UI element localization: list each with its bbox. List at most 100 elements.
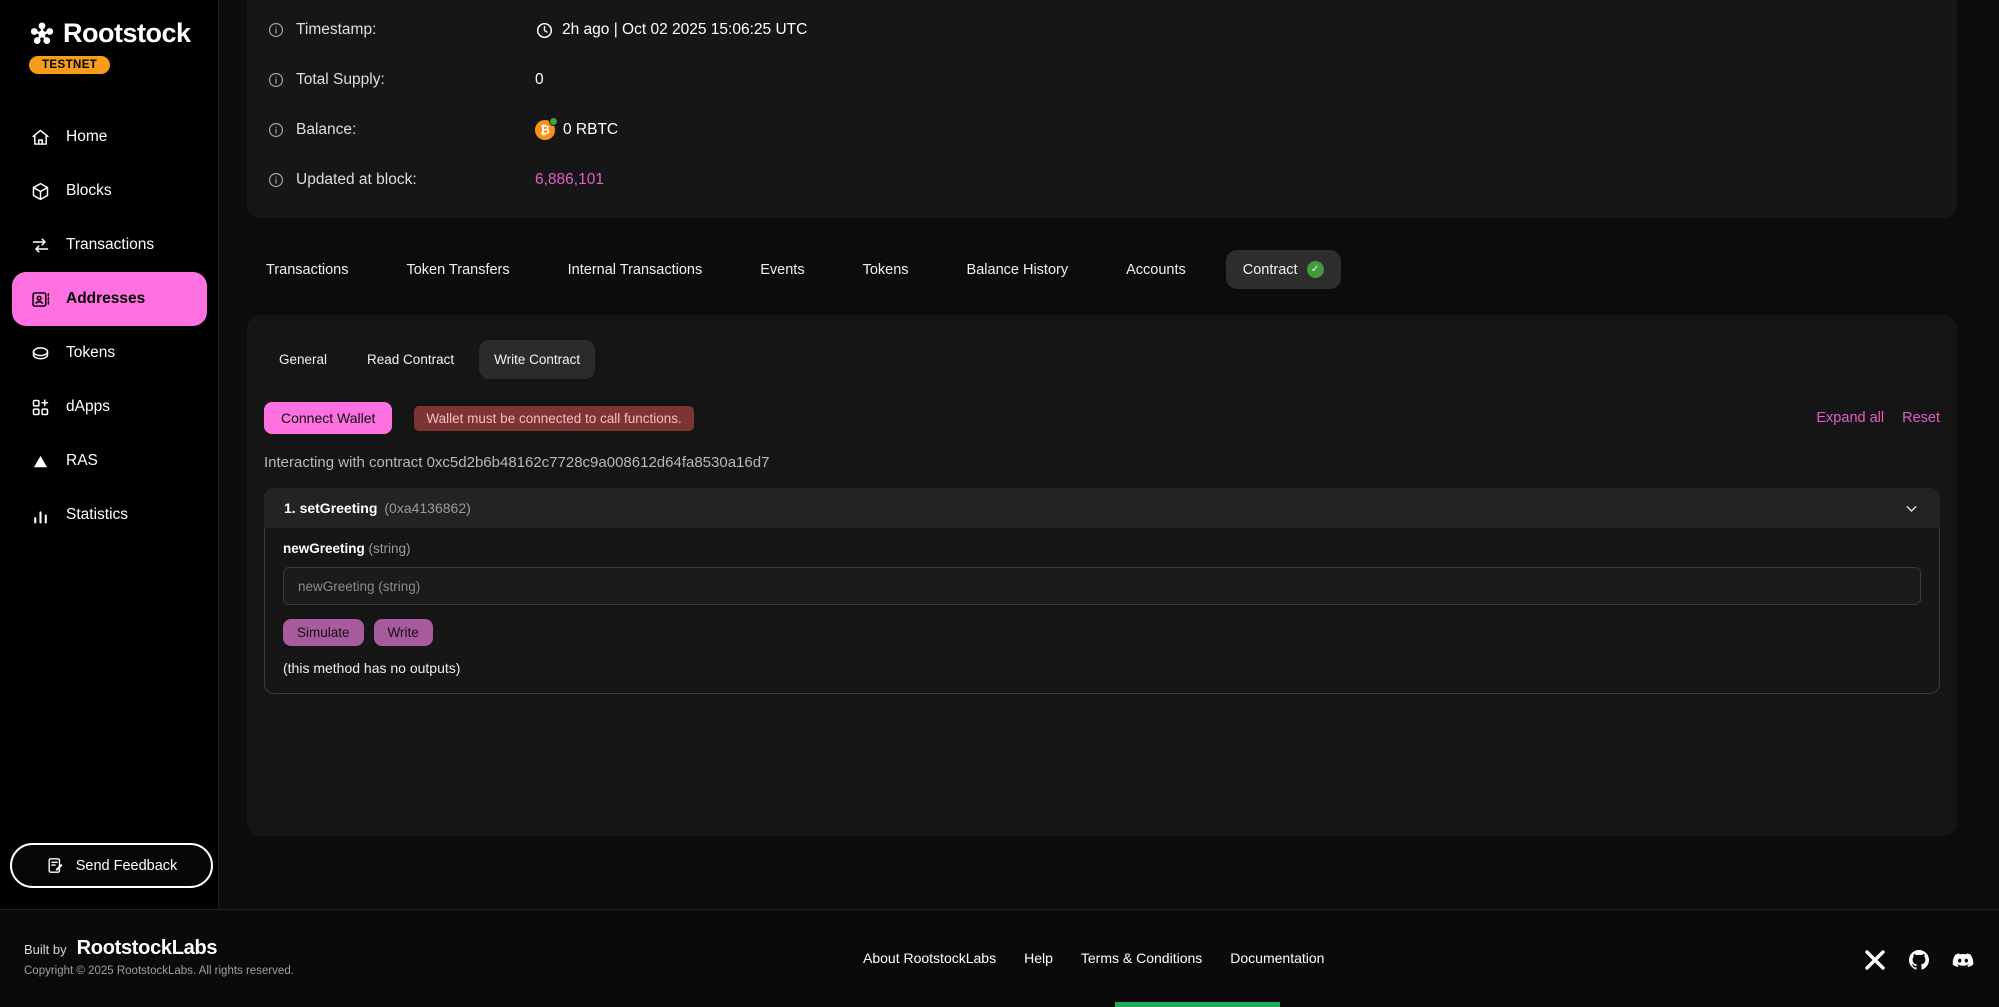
info-icon (267, 121, 285, 139)
info-row-total-supply: Total Supply: 0 (247, 55, 1957, 105)
bar-chart-icon (30, 505, 51, 526)
social-links (1863, 948, 1975, 972)
rootstock-logo[interactable]: Rootstock (0, 0, 218, 49)
sidebar-nav: Home Blocks Transactions Addresses (12, 110, 207, 542)
swap-arrows-icon (30, 235, 51, 256)
contract-subtabs: General Read Contract Write Contract (264, 315, 1940, 379)
info-row-balance: Balance: ₿ 0 RBTC (247, 105, 1957, 155)
method-title: 1. setGreeting (284, 500, 377, 516)
sidebar-item-blocks[interactable]: Blocks (12, 164, 207, 218)
balance-value: 0 RBTC (563, 121, 618, 139)
method-selector: (0xa4136862) (384, 500, 470, 516)
info-icon (267, 171, 285, 189)
cube-icon (30, 181, 51, 202)
sidebar-item-ras[interactable]: RAS (12, 434, 207, 488)
testnet-badge: TESTNET (29, 56, 110, 74)
send-feedback-label: Send Feedback (76, 858, 178, 874)
brand-name: Rootstock (63, 18, 191, 49)
method-accordion-header[interactable]: 1. setGreeting (0xa4136862) (264, 488, 1940, 528)
sidebar-item-dapps[interactable]: dApps (12, 380, 207, 434)
footer: Built by RootstockLabs Copyright © 2025 … (0, 909, 1999, 1007)
github-icon[interactable] (1907, 948, 1931, 972)
rootstock-logo-icon (28, 20, 56, 48)
discord-icon[interactable] (1951, 948, 1975, 972)
param-type: (string) (369, 541, 411, 556)
x-twitter-icon[interactable] (1863, 948, 1887, 972)
tab-contract[interactable]: Contract ✓ (1226, 250, 1341, 289)
tab-accounts[interactable]: Accounts (1126, 262, 1186, 278)
rootstocklabs-wordmark[interactable]: RootstockLabs (77, 937, 218, 960)
sidebar-item-label: Statistics (66, 506, 128, 524)
sidebar: Rootstock TESTNET Home Blocks Transactio… (0, 0, 219, 909)
sidebar-item-transactions[interactable]: Transactions (12, 218, 207, 272)
info-row-timestamp: Timestamp: 2h ago | Oct 02 2025 15:06:25… (247, 5, 1957, 55)
main-content: Timestamp: 2h ago | Oct 02 2025 15:06:25… (220, 0, 1999, 909)
info-label-text: Total Supply: (296, 71, 385, 89)
connect-wallet-button[interactable]: Connect Wallet (264, 402, 392, 434)
clock-icon (535, 21, 554, 40)
sidebar-item-label: Blocks (66, 182, 112, 200)
rbtc-coin-icon: ₿ (535, 120, 555, 140)
simulate-button[interactable]: Simulate (283, 619, 364, 646)
sidebar-item-label: Addresses (66, 290, 145, 308)
verified-check-icon: ✓ (1307, 261, 1324, 278)
home-icon (30, 127, 51, 148)
wallet-warning-badge: Wallet must be connected to call functio… (414, 406, 693, 431)
interacting-contract-text: Interacting with contract 0xc5d2b6b48162… (264, 454, 1940, 471)
tab-contract-label: Contract (1243, 262, 1298, 278)
tab-balance-history[interactable]: Balance History (967, 262, 1069, 278)
address-tabs: Transactions Token Transfers Internal Tr… (266, 248, 1341, 291)
subtab-general[interactable]: General (264, 340, 342, 379)
send-feedback-button[interactable]: Send Feedback (10, 843, 213, 888)
info-icon (267, 71, 285, 89)
total-supply-value: 0 (535, 71, 544, 89)
tab-tokens[interactable]: Tokens (863, 262, 909, 278)
address-info-panel: Timestamp: 2h ago | Oct 02 2025 15:06:25… (247, 0, 1957, 218)
sidebar-item-label: Tokens (66, 344, 115, 362)
chevron-down-icon[interactable] (1903, 500, 1920, 517)
timestamp-value: 2h ago | Oct 02 2025 15:06:25 UTC (562, 21, 807, 39)
info-label-text: Balance: (296, 121, 356, 139)
footer-link-help[interactable]: Help (1024, 950, 1053, 966)
subtab-read-contract[interactable]: Read Contract (352, 340, 469, 379)
footer-links: About RootstockLabs Help Terms & Conditi… (863, 950, 1324, 966)
reset-link[interactable]: Reset (1902, 410, 1940, 426)
updated-block-link[interactable]: 6,886,101 (535, 171, 604, 189)
info-row-updated-block: Updated at block: 6,886,101 (247, 155, 1957, 205)
info-icon (267, 21, 285, 39)
method-accordion: 1. setGreeting (0xa4136862) newGreeting … (264, 488, 1940, 694)
tab-internal-transactions[interactable]: Internal Transactions (568, 262, 703, 278)
tab-transactions[interactable]: Transactions (266, 262, 348, 278)
coin-icon (30, 343, 51, 364)
wallet-row: Connect Wallet Wallet must be connected … (264, 402, 1940, 434)
write-button[interactable]: Write (374, 619, 433, 646)
tab-events[interactable]: Events (760, 262, 804, 278)
verified-mini-badge (549, 117, 558, 126)
outputs-note: (this method has no outputs) (283, 660, 1921, 676)
sidebar-item-statistics[interactable]: Statistics (12, 488, 207, 542)
feedback-note-icon (46, 856, 65, 875)
expand-all-link[interactable]: Expand all (1816, 410, 1884, 426)
sidebar-item-label: dApps (66, 398, 110, 416)
bottom-progress-artifact (1115, 1002, 1280, 1007)
sidebar-item-label: RAS (66, 452, 98, 470)
param-name: newGreeting (283, 541, 365, 556)
footer-link-terms[interactable]: Terms & Conditions (1081, 950, 1202, 966)
footer-link-documentation[interactable]: Documentation (1230, 950, 1324, 966)
sidebar-item-home[interactable]: Home (12, 110, 207, 164)
info-label-text: Updated at block: (296, 171, 417, 189)
subtab-write-contract[interactable]: Write Contract (479, 340, 595, 379)
dapps-grid-icon (30, 397, 51, 418)
param-input[interactable] (283, 567, 1921, 605)
triangle-icon (30, 451, 51, 472)
sidebar-item-tokens[interactable]: Tokens (12, 326, 207, 380)
copyright-text: Copyright © 2025 RootstockLabs. All righ… (24, 965, 294, 977)
contact-card-icon (30, 289, 51, 310)
tab-token-transfers[interactable]: Token Transfers (406, 262, 509, 278)
method-accordion-body: newGreeting (string) Simulate Write (thi… (264, 528, 1940, 694)
built-by-label: Built by (24, 942, 67, 957)
contract-panel: General Read Contract Write Contract Con… (247, 315, 1957, 836)
footer-link-about[interactable]: About RootstockLabs (863, 950, 996, 966)
sidebar-item-addresses[interactable]: Addresses (12, 272, 207, 326)
info-label-text: Timestamp: (296, 21, 376, 39)
